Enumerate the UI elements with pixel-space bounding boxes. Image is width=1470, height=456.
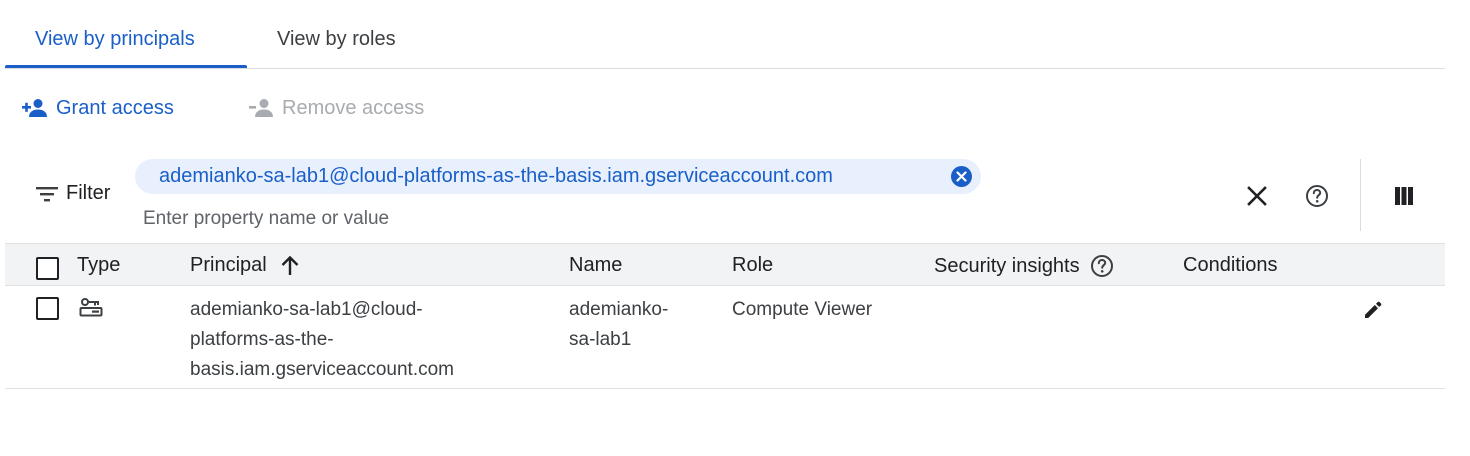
person-add-icon bbox=[22, 99, 47, 117]
security-insights-help-icon[interactable] bbox=[1090, 254, 1114, 278]
grant-access-button[interactable]: Grant access bbox=[22, 94, 174, 122]
chip-remove-icon[interactable] bbox=[951, 166, 972, 187]
column-header-principal[interactable]: Principal bbox=[190, 254, 301, 277]
column-display-options-icon[interactable] bbox=[1390, 182, 1418, 210]
remove-access-label: Remove access bbox=[282, 96, 425, 119]
filter-button[interactable]: Filter bbox=[36, 182, 110, 205]
edit-principal-icon[interactable] bbox=[1359, 296, 1387, 324]
principal-header-label: Principal bbox=[190, 254, 267, 276]
clear-filter-icon[interactable] bbox=[1243, 182, 1271, 210]
tab-view-by-principals[interactable]: View by principals bbox=[35, 28, 195, 51]
filter-label: Filter bbox=[66, 182, 111, 204]
toolbar-divider bbox=[1360, 159, 1361, 231]
column-header-role[interactable]: Role bbox=[732, 254, 773, 277]
remove-access-button[interactable]: Remove access bbox=[248, 94, 424, 122]
row-checkbox[interactable] bbox=[36, 297, 59, 320]
table-row: ademianko-sa-lab1@cloud- platforms-as-th… bbox=[5, 287, 1445, 389]
column-header-name[interactable]: Name bbox=[569, 254, 622, 277]
filter-list-icon bbox=[36, 186, 58, 201]
sort-ascending-icon bbox=[281, 255, 299, 275]
column-header-conditions[interactable]: Conditions bbox=[1183, 254, 1278, 277]
name-cell: ademianko- sa-lab1 bbox=[569, 299, 669, 350]
grant-access-label: Grant access bbox=[56, 96, 174, 119]
select-all-checkbox[interactable] bbox=[36, 257, 59, 280]
filter-chip[interactable]: ademianko-sa-lab1@cloud-platforms-as-the… bbox=[135, 159, 981, 194]
filter-input[interactable] bbox=[143, 208, 1223, 230]
column-header-security-insights[interactable]: Security insights bbox=[934, 254, 1114, 278]
help-icon[interactable] bbox=[1303, 182, 1331, 210]
service-account-icon bbox=[79, 298, 103, 317]
tabs-divider bbox=[5, 68, 1445, 69]
security-insights-header-label: Security insights bbox=[934, 254, 1080, 277]
filter-chip-text: ademianko-sa-lab1@cloud-platforms-as-the… bbox=[159, 165, 833, 187]
person-remove-icon bbox=[249, 99, 273, 117]
principal-cell: ademianko-sa-lab1@cloud- platforms-as-th… bbox=[190, 299, 454, 380]
column-header-type[interactable]: Type bbox=[77, 254, 120, 277]
table-header: Type Principal Name Role Security insigh… bbox=[5, 243, 1445, 286]
tab-view-by-roles[interactable]: View by roles bbox=[277, 28, 396, 51]
role-cell: Compute Viewer bbox=[732, 299, 873, 320]
